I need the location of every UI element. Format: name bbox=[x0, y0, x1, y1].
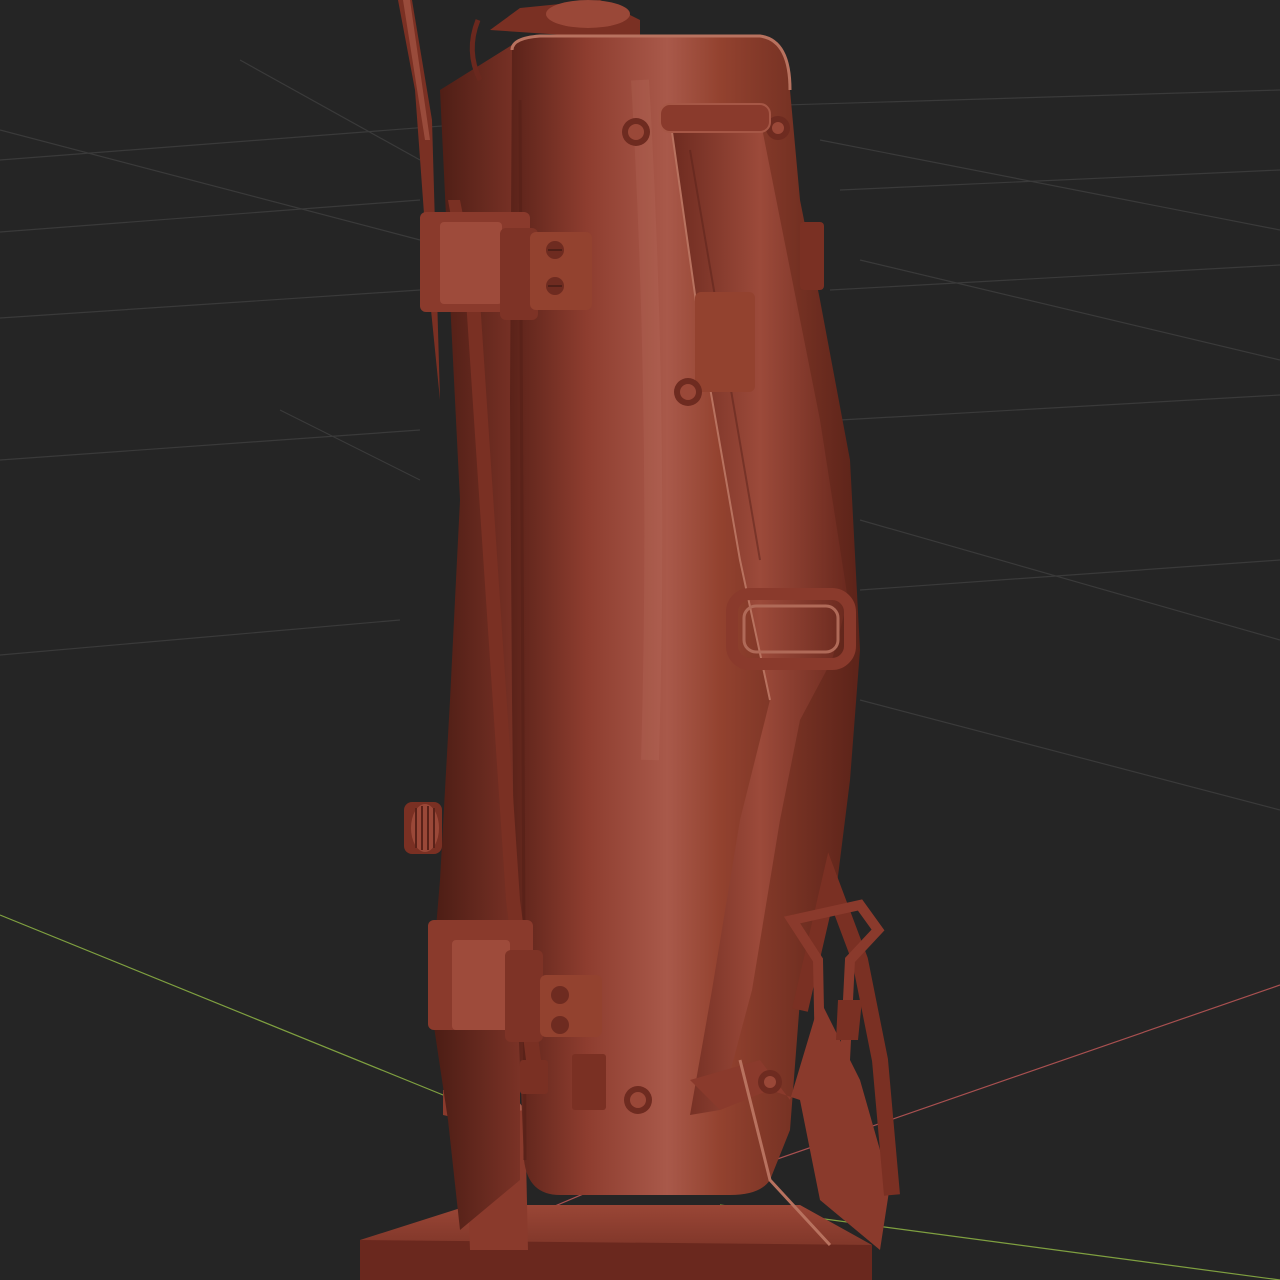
dial-knob-icon[interactable] bbox=[404, 802, 442, 854]
viewport-canvas[interactable] bbox=[0, 0, 1280, 1280]
top-strap-anchor bbox=[659, 103, 771, 133]
side-tab bbox=[800, 222, 824, 290]
strap-keeper bbox=[695, 292, 755, 392]
y-axis-line bbox=[0, 914, 481, 1111]
3d-viewport[interactable] bbox=[0, 0, 1280, 1280]
backpack-radio-model[interactable] bbox=[360, 0, 900, 1280]
